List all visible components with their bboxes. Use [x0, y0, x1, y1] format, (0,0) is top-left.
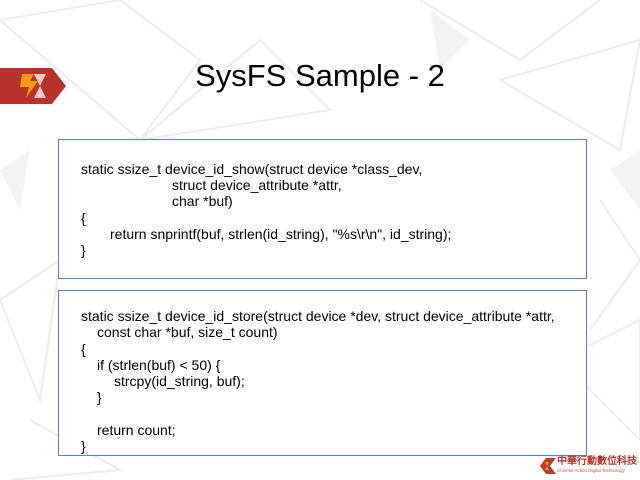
brand-name: 中華行動數位科技	[557, 456, 637, 467]
slide-title: SysFS Sample - 2	[195, 58, 445, 93]
code-line: char *buf)	[172, 193, 233, 209]
brand-subtitle: Chinese Action Digital Technology	[557, 468, 625, 473]
code-line: {	[81, 341, 86, 357]
code-line: if (strlen(buf) < 50) {	[97, 357, 221, 373]
code-block-show: static ssize_t device_id_show(struct dev…	[58, 139, 587, 279]
code-line: return snprintf(buf, strlen(id_string), …	[110, 226, 452, 242]
code-line: return count;	[97, 422, 176, 438]
code-line: static ssize_t device_id_show(struct dev…	[81, 161, 423, 177]
brand-footer: 中華行動數位科技 Chinese Action Digital Technolo…	[540, 456, 637, 476]
code-line: const char *buf, size_t count)	[97, 324, 278, 340]
code-line: {	[81, 210, 86, 226]
code-line: }	[97, 389, 102, 405]
code-line: static ssize_t device_id_store(struct de…	[81, 308, 555, 324]
code-block-store: static ssize_t device_id_store(struct de…	[58, 290, 587, 456]
code-line: struct device_attribute *attr,	[172, 177, 342, 193]
brand-logo-icon	[540, 458, 556, 474]
code-line: }	[81, 438, 86, 454]
code-line: }	[81, 242, 86, 258]
code-line: strcpy(id_string, buf);	[114, 373, 245, 389]
